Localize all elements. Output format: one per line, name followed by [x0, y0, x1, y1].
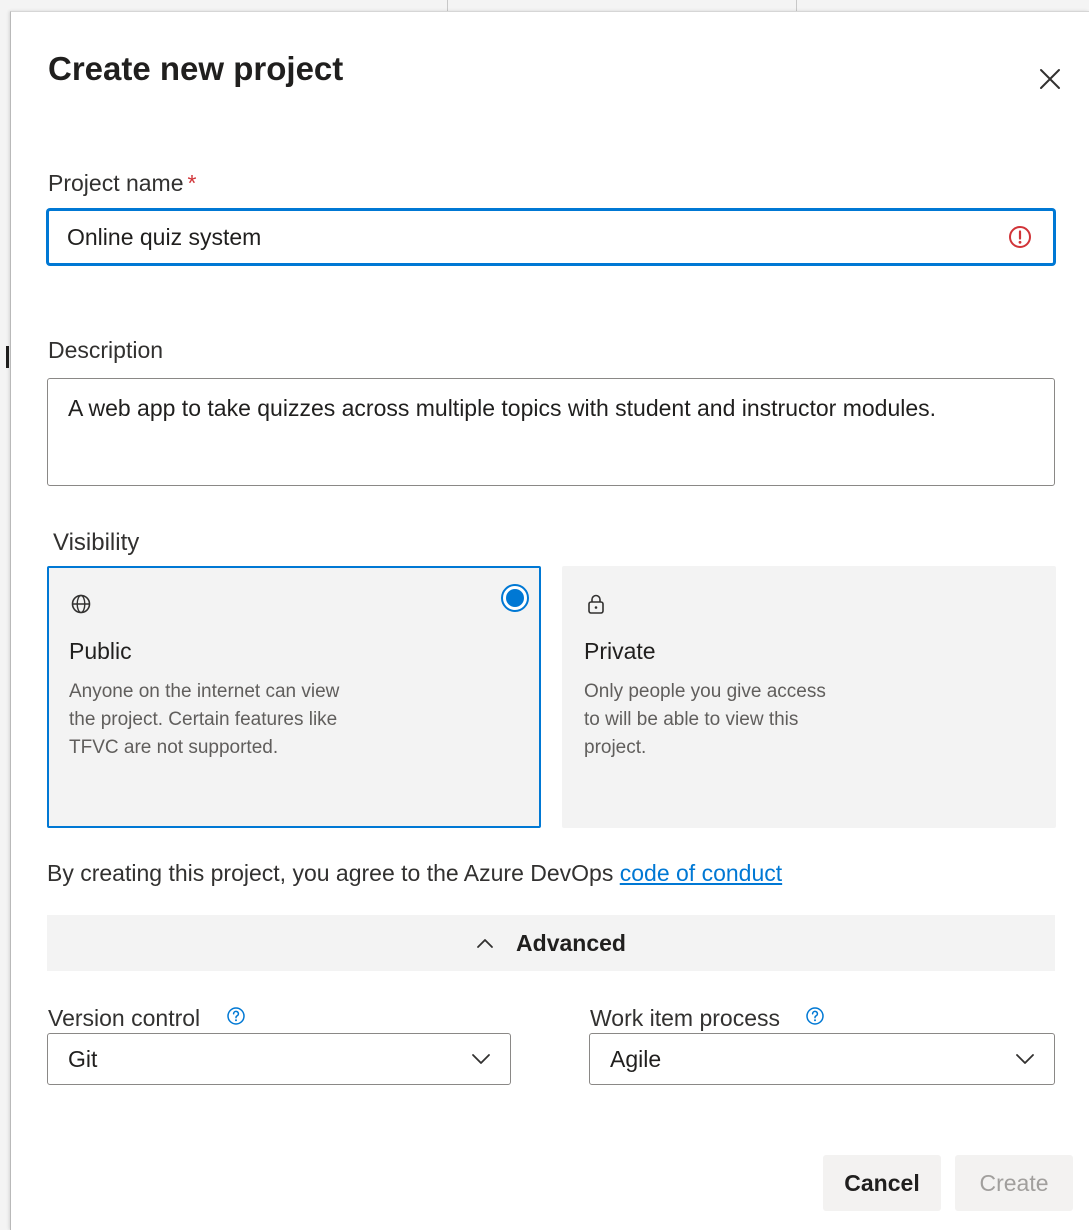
globe-icon	[71, 594, 91, 614]
work-item-process-value: Agile	[610, 1046, 662, 1072]
visibility-option-private[interactable]: Private Only people you give access to w…	[562, 566, 1056, 828]
public-radio-selected[interactable]	[501, 584, 529, 612]
agreement-text: By creating this project, you agree to t…	[47, 860, 782, 887]
cancel-button[interactable]: Cancel	[823, 1155, 941, 1211]
chevron-down-icon	[472, 1054, 490, 1064]
chevron-up-icon	[477, 939, 493, 948]
close-button[interactable]	[1035, 64, 1065, 94]
lock-icon	[588, 594, 604, 614]
backdrop-divider	[796, 0, 797, 11]
create-project-dialog: Create new project Project name* Descrip…	[10, 11, 1089, 1230]
help-icon[interactable]	[225, 1005, 247, 1027]
help-icon[interactable]	[804, 1005, 826, 1027]
work-item-process-label: Work item process	[590, 1005, 781, 1031]
backdrop-divider	[447, 0, 448, 11]
chevron-down-icon	[1016, 1054, 1034, 1064]
dialog-title: Create new project	[48, 50, 344, 87]
project-name-field[interactable]	[47, 209, 1055, 265]
required-marker: *	[187, 170, 197, 196]
project-name-input[interactable]	[67, 211, 987, 263]
version-control-label: Version control	[48, 1005, 201, 1031]
public-option-title: Public	[69, 638, 132, 664]
close-icon	[1040, 69, 1060, 89]
error-icon	[1009, 226, 1031, 248]
advanced-label: Advanced	[516, 929, 626, 956]
description-label: Description	[48, 337, 164, 363]
create-button[interactable]: Create	[955, 1155, 1073, 1211]
project-name-label-text: Project name	[48, 170, 184, 196]
visibility-option-public[interactable]: Public Anyone on the internet can view t…	[47, 566, 541, 828]
private-option-description: Only people you give access to will be a…	[584, 681, 826, 758]
advanced-toggle[interactable]: Advanced	[47, 915, 1055, 971]
description-textarea[interactable]: A web app to take quizzes across multipl…	[47, 378, 1055, 486]
version-control-select[interactable]: Git	[47, 1033, 511, 1085]
backdrop-marker	[6, 346, 9, 368]
version-control-value: Git	[68, 1046, 98, 1072]
code-of-conduct-link[interactable]: code of conduct	[620, 860, 782, 886]
public-option-description: Anyone on the internet can view the proj…	[69, 681, 340, 758]
visibility-label: Visibility	[53, 529, 140, 556]
project-name-label: Project name *	[48, 170, 196, 197]
private-option-title: Private	[584, 638, 656, 664]
work-item-process-select[interactable]: Agile	[589, 1033, 1055, 1085]
agreement-text-body: By creating this project, you agree to t…	[47, 860, 620, 886]
